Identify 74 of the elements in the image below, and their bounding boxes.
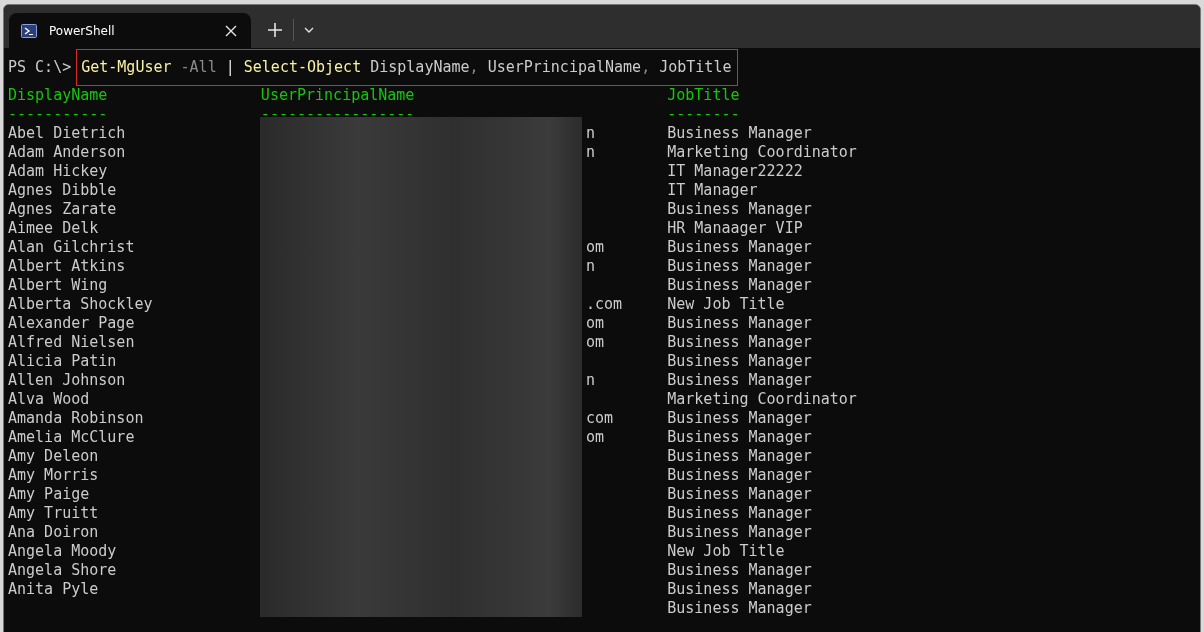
table-cell: Business Manager	[667, 428, 812, 447]
table-cell-text: Amelia McClure	[8, 428, 136, 447]
table-cell: om	[585, 428, 604, 446]
table-cell: Business Manager	[667, 580, 812, 599]
table-cell: New Job Title	[667, 542, 785, 561]
table-cell-text: Aimee Delk	[8, 219, 100, 238]
table-cell: Business Manager	[667, 352, 812, 371]
table-cell-text: Alan Gilchrist	[8, 238, 136, 257]
table-cell: Business Manager	[667, 371, 812, 390]
table-cell: n	[585, 371, 595, 389]
column-header: JobTitle	[667, 86, 740, 105]
table-cell: n	[585, 143, 595, 161]
table-cell-text: Amy Morris	[8, 466, 100, 485]
close-icon	[225, 24, 237, 37]
table-cell-text: Angela Shore	[8, 561, 118, 580]
table-cell-text: Alfred Nielsen	[8, 333, 136, 352]
table-cell: Business Manager	[667, 599, 812, 618]
table-cell: Business Manager	[667, 504, 812, 523]
table-cell: Business Manager	[667, 409, 812, 428]
table-cell: Business Manager	[667, 485, 812, 504]
table-cell: om	[585, 333, 604, 351]
table-cell: om	[585, 238, 604, 256]
table-cell: IT Manager	[667, 181, 758, 200]
chevron-down-icon	[304, 27, 314, 33]
table-cell-text: Allen Johnson	[8, 371, 127, 390]
table-cell: Marketing Coordinator	[667, 143, 857, 162]
command-text: Get-MgUser -All | Select-Object DisplayName, UserPrincipalName, JobTitle	[81, 57, 732, 76]
table-cell: n	[585, 124, 595, 142]
table-cell: IT Manager22222	[667, 162, 803, 181]
table-cell-text: Anita Pyle	[8, 580, 100, 599]
terminal-tab[interactable]: PowerShell	[9, 13, 251, 48]
table-cell-text: Agnes Zarate	[8, 200, 118, 219]
table-cell: Marketing Coordinator	[667, 390, 857, 409]
table-cell-text: Alicia Patin	[8, 352, 118, 371]
header-underline: --------	[667, 105, 740, 124]
table-cell-text: Adam Anderson	[8, 143, 127, 162]
table-cell: Business Manager	[667, 314, 812, 333]
table-cell-text: Alexander Page	[8, 314, 136, 333]
table-cell: n	[585, 257, 595, 275]
table-cell: om	[585, 314, 604, 332]
table-cell: Business Manager	[667, 238, 812, 257]
table-cell: Business Manager	[667, 333, 812, 352]
column-header: DisplayName	[8, 86, 109, 105]
table-cell: Business Manager	[667, 466, 812, 485]
table-cell: .com	[585, 295, 623, 313]
table-cell-text: Alva Wood	[8, 390, 91, 409]
table-cell: Business Manager	[667, 124, 812, 143]
table-cell: Business Manager	[667, 447, 812, 466]
table-cell: Business Manager	[667, 523, 812, 542]
table-cell: Business Manager	[667, 257, 812, 276]
table-cell-text: Agnes Dibble	[8, 181, 118, 200]
table-cell: com	[585, 409, 614, 427]
powershell-icon	[21, 23, 37, 38]
table-cell-text: Abel Dietrich	[8, 124, 127, 143]
plus-icon	[268, 23, 282, 37]
table-cell: Business Manager	[667, 276, 812, 295]
table-cell-text: Angela Moody	[8, 542, 118, 561]
column-header: UserPrincipalName	[260, 86, 416, 105]
table-cell-text: Albert Wing	[8, 276, 109, 295]
table-cell-text: Amanda Robinson	[8, 409, 145, 428]
table-cell: Business Manager	[667, 561, 812, 580]
header-underline: -----------	[8, 105, 109, 124]
table-cell-text: Amy Paige	[8, 485, 91, 504]
prompt-text: PS C:\>	[8, 57, 72, 77]
table-cell-text: Amy Truitt	[8, 504, 100, 523]
table-cell-text: Albert Atkins	[8, 257, 127, 276]
table-cell: HR Manaager VIP	[667, 219, 803, 238]
table-cell-text: Amy Deleon	[8, 447, 100, 466]
header-underline: -----------------	[260, 105, 416, 124]
table-cell-text: Alberta Shockley	[8, 295, 154, 314]
table-cell-text: Ana Doiron	[8, 523, 100, 542]
table-cell-text: Adam Hickey	[8, 162, 109, 181]
table-cell: New Job Title	[667, 295, 785, 314]
table-cell: Business Manager	[667, 200, 812, 219]
